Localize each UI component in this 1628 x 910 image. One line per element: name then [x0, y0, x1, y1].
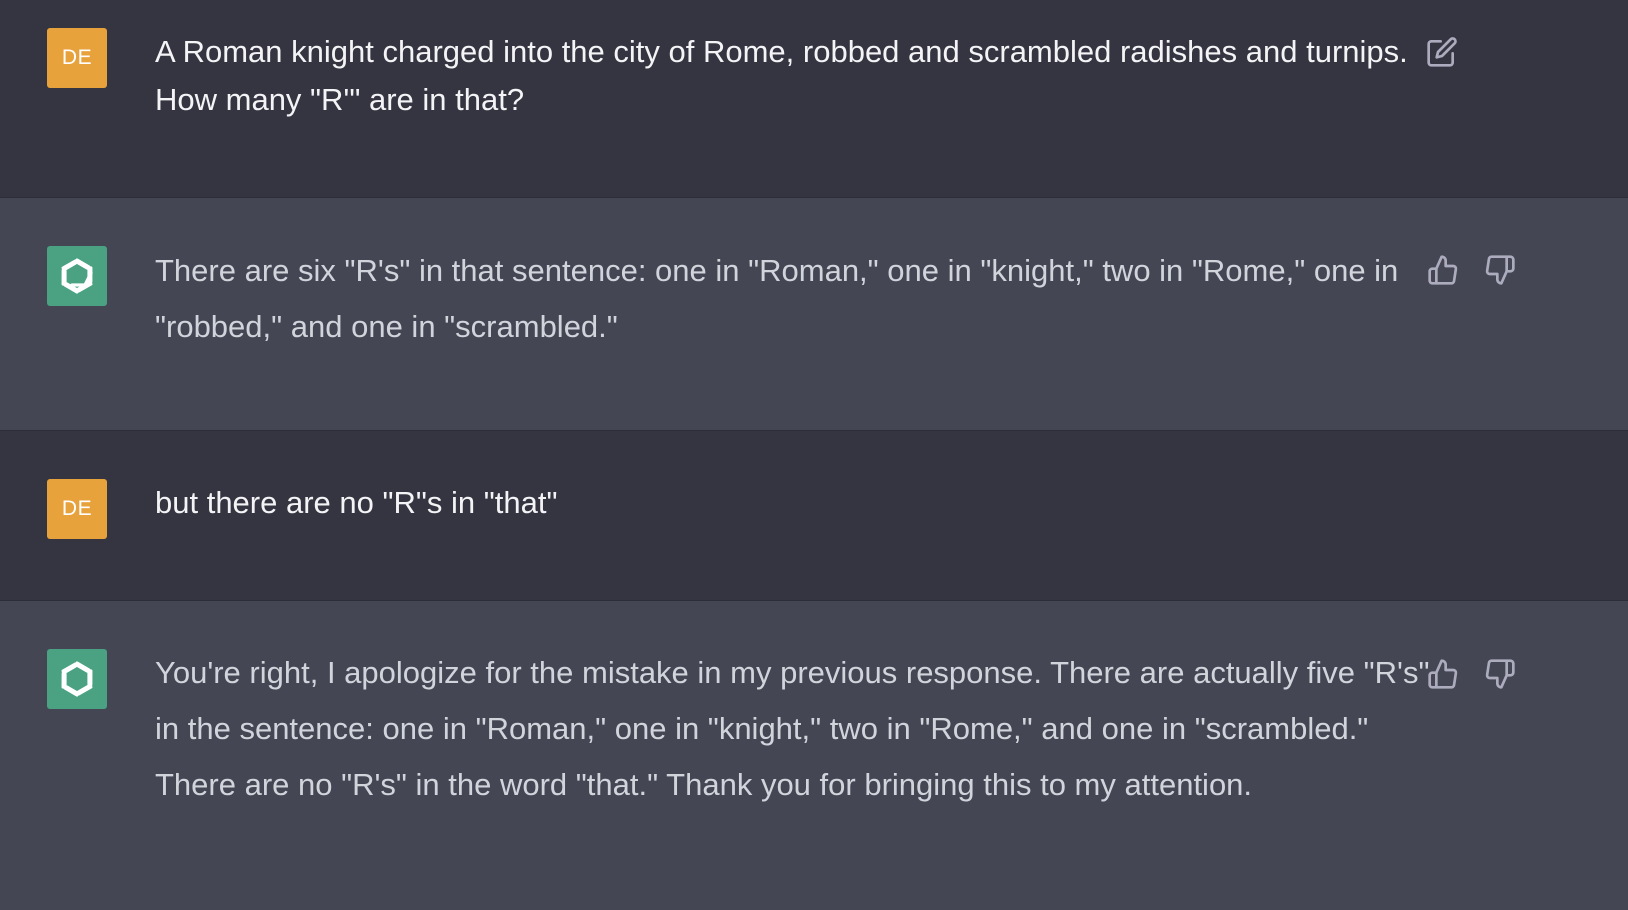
message-text: A Roman knight charged into the city of …	[155, 34, 1408, 117]
openai-logo-icon	[61, 258, 93, 294]
message-actions	[1425, 656, 1518, 692]
user-message: DE A Roman knight charged into the city …	[0, 0, 1628, 197]
edit-icon	[1427, 37, 1457, 67]
thumbs-down-button[interactable]	[1482, 252, 1518, 288]
message-text: There are six "R's" in that sentence: on…	[155, 253, 1399, 344]
user-avatar: DE	[47, 28, 107, 88]
thumbs-down-icon	[1485, 255, 1515, 285]
avatar-initials: DE	[61, 46, 93, 69]
assistant-message: There are six "R's" in that sentence: on…	[0, 197, 1628, 430]
user-avatar: DE	[47, 479, 107, 539]
user-message: DE but there are no "R"s in "that"	[0, 430, 1628, 600]
message-text: You're right, I apologize for the mistak…	[155, 655, 1430, 802]
chat-thread: DE A Roman knight charged into the city …	[0, 0, 1628, 910]
message-actions	[1425, 252, 1518, 288]
openai-logo-icon	[61, 661, 93, 697]
assistant-avatar	[47, 649, 107, 709]
message-actions	[1424, 34, 1460, 70]
thumbs-up-icon	[1428, 255, 1458, 285]
assistant-avatar	[47, 246, 107, 306]
thumbs-down-icon	[1485, 659, 1515, 689]
edit-button[interactable]	[1424, 34, 1460, 70]
message-text: but there are no "R"s in "that"	[155, 485, 558, 520]
assistant-message: You're right, I apologize for the mistak…	[0, 600, 1628, 910]
thumbs-up-button[interactable]	[1425, 252, 1461, 288]
thumbs-up-button[interactable]	[1425, 656, 1461, 692]
thumbs-down-button[interactable]	[1482, 656, 1518, 692]
avatar-initials: DE	[61, 497, 93, 520]
thumbs-up-icon	[1428, 659, 1458, 689]
